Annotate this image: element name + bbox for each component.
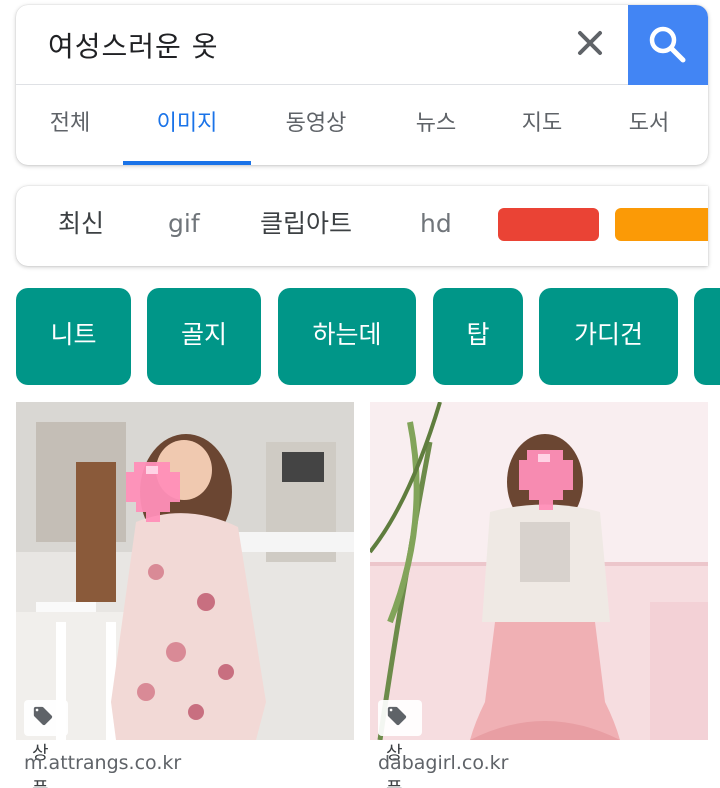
search-card: 여성스러운 옷 전체 이미지 동영상 뉴스 지도 도서 <box>16 5 708 165</box>
filter-bar: 최신 gif 클립아트 hd <box>16 186 708 266</box>
tab-all[interactable]: 전체 <box>30 85 110 165</box>
filter-clipart[interactable]: 클립아트 <box>260 186 352 266</box>
chip-top[interactable]: 탑 <box>433 288 523 385</box>
chip-overflow[interactable] <box>694 288 720 385</box>
filter-gif[interactable]: gif <box>168 186 200 266</box>
result-domain[interactable]: m.attrangs.co.kr <box>24 752 181 774</box>
result-domain[interactable]: dabagirl.co.kr <box>378 752 508 774</box>
search-button[interactable] <box>628 5 708 85</box>
search-tabs: 전체 이미지 동영상 뉴스 지도 도서 <box>16 85 708 165</box>
tab-videos[interactable]: 동영상 <box>268 85 364 165</box>
filter-recent[interactable]: 최신 <box>58 186 104 266</box>
product-photo-floral-dress <box>16 402 354 740</box>
search-input[interactable]: 여성스러운 옷 <box>48 25 218 65</box>
result-thumbnail[interactable] <box>16 402 354 740</box>
tab-images[interactable]: 이미지 <box>123 85 251 165</box>
search-icon <box>649 26 686 63</box>
filter-hd[interactable]: hd <box>420 186 452 266</box>
tab-maps[interactable]: 지도 <box>502 85 582 165</box>
product-badge: 상품 <box>24 700 68 788</box>
tab-news[interactable]: 뉴스 <box>396 85 476 165</box>
chip-cardigan[interactable]: 가디건 <box>539 288 678 385</box>
product-badge: 상품 <box>378 700 422 788</box>
chip-knit[interactable]: 니트 <box>16 288 131 385</box>
clear-search-button[interactable] <box>572 25 608 61</box>
chip-haneunde[interactable]: 하는데 <box>278 288 416 385</box>
color-filter-red[interactable] <box>498 208 599 241</box>
color-filter-orange[interactable] <box>615 208 708 241</box>
close-icon <box>578 31 602 55</box>
result-thumbnail[interactable] <box>370 402 708 740</box>
tag-icon <box>387 706 407 726</box>
tag-icon <box>33 706 53 726</box>
tab-books[interactable]: 도서 <box>609 85 689 165</box>
search-bar: 여성스러운 옷 <box>16 5 708 85</box>
chip-ribbed[interactable]: 골지 <box>147 288 261 385</box>
product-photo-pink-skirt <box>370 402 708 740</box>
active-tab-indicator <box>123 161 251 165</box>
